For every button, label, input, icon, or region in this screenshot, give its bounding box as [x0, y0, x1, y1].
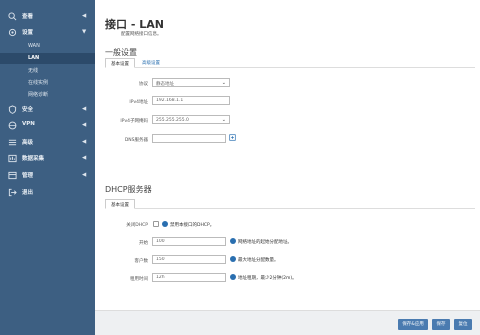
- page-title: 接口 - LAN: [105, 18, 164, 31]
- reset-button[interactable]: 复位: [454, 319, 472, 330]
- search-icon: [8, 12, 17, 21]
- sidebar-item-management[interactable]: 管理 ◀: [0, 169, 95, 182]
- dns-label: DNS服务器: [124, 138, 148, 143]
- logout-icon: [8, 188, 17, 197]
- netmask-label: IPv4子网掩码: [120, 119, 148, 124]
- chevron-down-icon: ▼: [82, 29, 87, 35]
- vpn-icon: [8, 121, 17, 130]
- sidebar-item-data-collection[interactable]: 数据采集 ◀: [0, 152, 95, 165]
- sidebar-subitem-online[interactable]: 在线实例: [0, 77, 95, 88]
- data-icon: [8, 154, 17, 163]
- ipv4-label: IPv4地址: [129, 100, 148, 105]
- advanced-icon: [8, 139, 17, 146]
- dhcp-lease-input[interactable]: [152, 273, 226, 282]
- protocol-select[interactable]: 静态地址 ⌄: [152, 78, 230, 87]
- sidebar-item-label: VPN: [22, 121, 35, 127]
- chevron-left-icon: ◀: [82, 106, 87, 112]
- info-icon: [230, 274, 236, 280]
- lease-hint: 地址租期，最少2分钟(2m)。: [238, 276, 297, 281]
- sidebar-subitem-diagnostics[interactable]: 网络诊断: [0, 89, 95, 100]
- general-section-title: 一般设置: [105, 48, 137, 57]
- dhcp-clients-input[interactable]: [152, 255, 226, 264]
- dhcp-start-input[interactable]: [152, 237, 226, 246]
- ipv4-address-input[interactable]: [152, 96, 230, 105]
- sidebar-subitem-wan[interactable]: WAN: [0, 41, 95, 52]
- chevron-left-icon: ◀: [82, 122, 87, 128]
- sidebar-item-status[interactable]: 查看 ◀: [0, 10, 95, 23]
- sidebar-subitem-label: 在线实例: [28, 80, 49, 86]
- info-icon: [230, 238, 236, 244]
- manage-icon: [8, 171, 17, 180]
- sidebar-subitem-label: 无线: [28, 68, 39, 74]
- tab-dhcp-basic[interactable]: 基本设置: [105, 199, 135, 209]
- lease-label: 租用时间: [130, 277, 148, 282]
- chevron-left-icon: ◀: [82, 172, 87, 178]
- sidebar-subitem-wireless[interactable]: 无线: [0, 65, 95, 76]
- clients-hint: 最大地址分配数量。: [238, 258, 279, 263]
- chevron-down-icon: ⌄: [221, 117, 226, 123]
- disable-dhcp-label: 关闭DHCP: [126, 223, 148, 228]
- netmask-select[interactable]: 255.255.255.0 ⌄: [152, 115, 230, 124]
- disable-dhcp-checkbox[interactable]: [153, 221, 159, 227]
- sidebar-item-label: 退出: [22, 190, 34, 196]
- dhcp-tabs: 基本设置: [105, 199, 475, 209]
- dhcp-section-title: DHCP服务器: [105, 185, 152, 194]
- disable-dhcp-hint: 禁用本接口的DHCP。: [170, 223, 215, 228]
- chevron-down-icon: ⌄: [221, 80, 226, 86]
- chevron-left-icon: ◀: [82, 13, 87, 19]
- sidebar-item-advanced[interactable]: 高级 ◀: [0, 136, 95, 149]
- chevron-left-icon: ◀: [82, 155, 87, 161]
- tab-basic[interactable]: 基本设置: [105, 58, 135, 68]
- tab-advanced[interactable]: 高级设置: [137, 58, 165, 68]
- sidebar-item-vpn[interactable]: VPN ◀: [0, 119, 95, 132]
- start-label: 开始: [139, 241, 148, 246]
- dns-server-input[interactable]: [152, 134, 226, 143]
- save-apply-button[interactable]: 保存&应用: [398, 319, 428, 330]
- sidebar-item-label: 安全: [22, 107, 34, 113]
- sidebar-subitem-label: 网络诊断: [28, 92, 49, 98]
- sidebar-subitem-label: LAN: [28, 55, 40, 61]
- shield-icon: [8, 105, 17, 114]
- info-icon: [162, 221, 168, 227]
- clients-label: 客户数: [134, 259, 149, 264]
- page-subtitle: 配置网络接口信息。: [121, 32, 162, 37]
- add-dns-icon[interactable]: [229, 134, 236, 141]
- sidebar-item-label: 设置: [22, 30, 34, 36]
- protocol-label: 协议: [139, 82, 148, 87]
- sidebar-item-label: 管理: [22, 173, 34, 179]
- sidebar-item-label: 数据采集: [22, 156, 45, 162]
- action-bar: 保存&应用 保存 复位: [95, 310, 480, 335]
- sidebar-item-security[interactable]: 安全 ◀: [0, 103, 95, 116]
- sidebar-item-settings[interactable]: 设置 ▼: [0, 26, 95, 39]
- protocol-value: 静态地址: [156, 82, 174, 87]
- info-icon: [230, 256, 236, 262]
- sidebar-subitem-label: WAN: [28, 43, 40, 49]
- sidebar: 查看 ◀ 设置 ▼ WAN LAN 无线 在线实例 网络诊断 安全 ◀ VPN …: [0, 0, 95, 335]
- gear-icon: [8, 28, 17, 37]
- sidebar-item-logout[interactable]: 退出: [0, 186, 95, 199]
- sidebar-subitem-lan[interactable]: LAN: [0, 53, 95, 64]
- main-content: 接口 - LAN 配置网络接口信息。 一般设置 基本设置 高级设置 协议 静态地…: [95, 0, 480, 335]
- save-button[interactable]: 保存: [432, 319, 450, 330]
- sidebar-item-label: 高级: [22, 140, 34, 146]
- start-hint: 网络地址的起始分配地址。: [238, 240, 292, 245]
- sidebar-item-label: 查看: [22, 14, 34, 20]
- chevron-left-icon: ◀: [82, 139, 87, 145]
- general-tabs: 基本设置 高级设置: [105, 58, 475, 68]
- netmask-value: 255.255.255.0: [156, 118, 189, 123]
